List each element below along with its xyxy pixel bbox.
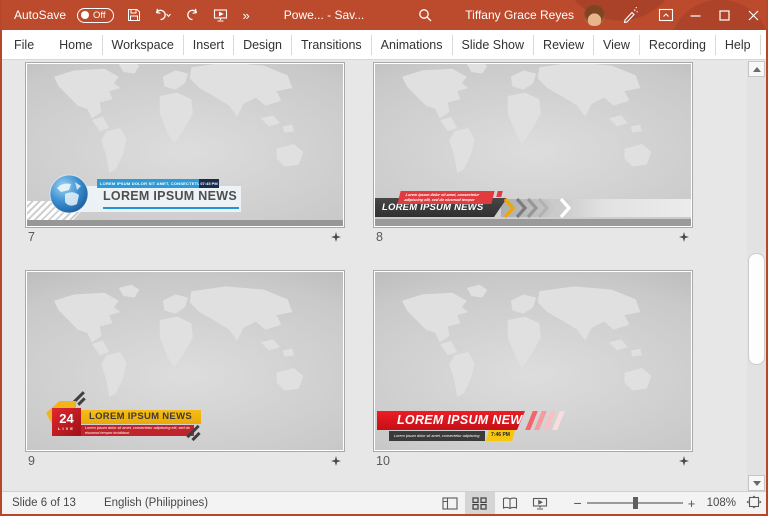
tab-view[interactable]: View xyxy=(594,34,640,55)
undo-icon[interactable] xyxy=(154,6,172,24)
normal-view-button[interactable] xyxy=(435,492,465,514)
ribbon-display-options-icon[interactable] xyxy=(657,6,675,24)
tab-animations[interactable]: Animations xyxy=(372,34,453,55)
slide-8-label: 8 xyxy=(373,229,693,245)
chevron-arrows xyxy=(503,197,572,219)
zoom-slider[interactable] xyxy=(586,492,683,514)
scrollbar-thumb[interactable] xyxy=(748,253,765,365)
autosave-toggle[interactable]: Off xyxy=(77,7,114,23)
world-map-graphic xyxy=(402,64,652,173)
user-avatar[interactable] xyxy=(584,4,605,26)
language-indicator[interactable]: English (Philippines) xyxy=(104,497,208,509)
maximize-button[interactable] xyxy=(710,0,739,30)
live-badge-label: LIVE xyxy=(58,426,75,431)
slide-number: 8 xyxy=(376,230,383,244)
titlebar: AutoSave Off » Powe... - Sav... Tiffany … xyxy=(2,0,766,30)
titlebar-right: Tiffany Grace Reyes xyxy=(465,0,766,30)
ribbon-tabs: File Home Workspace Insert Design Transi… xyxy=(2,30,766,60)
start-slideshow-icon[interactable] xyxy=(212,6,230,24)
powerpoint-window: AutoSave Off » Powe... - Sav... Tiffany … xyxy=(0,0,768,516)
tab-recording[interactable]: Recording xyxy=(640,34,716,55)
quick-access-toolbar: AutoSave Off » xyxy=(2,6,250,24)
live-badge: 24 LIVE xyxy=(52,408,81,436)
zoom-level[interactable]: 108% xyxy=(707,497,736,509)
triangle-down-icon xyxy=(752,480,761,486)
slide-sorter-pane: LOREM IPSUM DOLOR SIT AMET, CONSECTETUR … xyxy=(2,61,766,491)
slide-number: 9 xyxy=(28,454,35,468)
minimize-button[interactable] xyxy=(681,0,710,30)
slide-8-canvas: LOREM IPSUM NEWS Lorem ipsum dolor sit a… xyxy=(375,64,691,226)
animation-star-icon[interactable] xyxy=(679,456,689,466)
news-headline-banner: LOREM IPSUM NEWS xyxy=(377,411,525,430)
fit-to-window-button[interactable] xyxy=(746,495,762,512)
scroll-up-button[interactable] xyxy=(748,61,765,77)
triangle-up-icon xyxy=(752,66,761,72)
news-subtitle-bar: Lorem ipsum dolor sit amet, consectetur … xyxy=(81,425,194,436)
world-map-graphic xyxy=(402,284,652,397)
zoom-in-button[interactable]: + xyxy=(685,496,699,511)
news-headline: LOREM IPSUM NEWS xyxy=(103,189,237,203)
news-headline-banner: LOREM IPSUM NEWS xyxy=(81,410,201,424)
slide-9-label: 9 xyxy=(25,453,345,469)
slide-thumbnail-7[interactable]: LOREM IPSUM DOLOR SIT AMET, CONSECTETUR … xyxy=(25,62,345,228)
slide-sorter-view-button[interactable] xyxy=(464,492,495,514)
slide-number: 10 xyxy=(376,454,390,468)
slide-number: 7 xyxy=(28,230,35,244)
slide-thumbnail-8[interactable]: LOREM IPSUM NEWS Lorem ipsum dolor sit a… xyxy=(373,62,693,228)
footer-strip xyxy=(27,220,343,226)
more-commands-icon[interactable]: » xyxy=(243,8,250,23)
close-button[interactable] xyxy=(739,0,766,30)
zoom-out-button[interactable]: − xyxy=(571,495,585,511)
headline-underline xyxy=(103,207,239,209)
tab-shortcutto[interactable]: ShortcutTo xyxy=(761,35,766,55)
document-title: Powe... - Sav... xyxy=(283,8,365,22)
reading-view-button[interactable] xyxy=(495,492,525,514)
news-subtitle-ribbon: Lorem ipsum dolor sit amet, consectetur … xyxy=(397,191,495,204)
slideshow-view-button[interactable] xyxy=(525,492,555,514)
view-switcher xyxy=(435,492,555,514)
footer-strip xyxy=(375,219,691,226)
redo-icon[interactable] xyxy=(183,6,201,24)
status-bar: Slide 6 of 13 English (Philippines) − + … xyxy=(2,491,766,516)
save-icon[interactable] xyxy=(125,6,143,24)
tab-file[interactable]: File xyxy=(2,35,46,55)
globe-icon xyxy=(49,174,89,214)
tab-transitions[interactable]: Transitions xyxy=(292,34,372,55)
slide-thumbnail-9[interactable]: 24 LIVE LOREM IPSUM NEWS Lorem ipsum dol… xyxy=(25,270,345,452)
slide-10-canvas: LOREM IPSUM NEWS Lorem ipsum dolor sit a… xyxy=(375,272,691,450)
tab-design[interactable]: Design xyxy=(234,34,292,55)
account-name[interactable]: Tiffany Grace Reyes xyxy=(465,8,574,22)
time-badge: 7:46 PM xyxy=(486,430,515,441)
autosave-toggle-knob xyxy=(81,11,90,19)
news-subtitle-bar: Lorem ipsum dolor sit amet, consectetur … xyxy=(389,431,485,441)
zoom-slider-handle[interactable] xyxy=(632,497,638,509)
vertical-scrollbar[interactable] xyxy=(747,61,766,491)
scroll-down-button[interactable] xyxy=(748,475,765,491)
animation-star-icon[interactable] xyxy=(331,456,341,466)
tab-help[interactable]: Help xyxy=(716,34,761,55)
slide-indicator: Slide 6 of 13 xyxy=(12,497,76,509)
slide-7-label: 7 xyxy=(25,229,345,245)
tab-workspace[interactable]: Workspace xyxy=(103,34,184,55)
animation-star-icon[interactable] xyxy=(679,232,689,242)
ink-pen-icon[interactable] xyxy=(621,6,639,24)
tab-review[interactable]: Review xyxy=(534,34,595,55)
world-map-graphic xyxy=(54,284,304,397)
autosave-state-label: Off xyxy=(93,9,106,21)
ticker-time: 07:45 PM xyxy=(199,179,219,188)
tab-insert[interactable]: Insert xyxy=(184,34,235,55)
search-icon[interactable] xyxy=(416,6,434,24)
autosave-label: AutoSave xyxy=(14,8,67,22)
live-badge-number: 24 xyxy=(59,411,74,426)
tab-slide-show[interactable]: Slide Show xyxy=(453,34,535,55)
animation-star-icon[interactable] xyxy=(331,232,341,242)
news-ticker-bar: LOREM IPSUM DOLOR SIT AMET, CONSECTETUR xyxy=(97,179,199,188)
slide-9-canvas: 24 LIVE LOREM IPSUM NEWS Lorem ipsum dol… xyxy=(27,272,343,450)
slide-thumbnail-10[interactable]: LOREM IPSUM NEWS Lorem ipsum dolor sit a… xyxy=(373,270,693,452)
tab-home[interactable]: Home xyxy=(50,34,103,55)
slide-10-label: 10 xyxy=(373,453,693,469)
slide-7-canvas: LOREM IPSUM DOLOR SIT AMET, CONSECTETUR … xyxy=(27,64,343,226)
